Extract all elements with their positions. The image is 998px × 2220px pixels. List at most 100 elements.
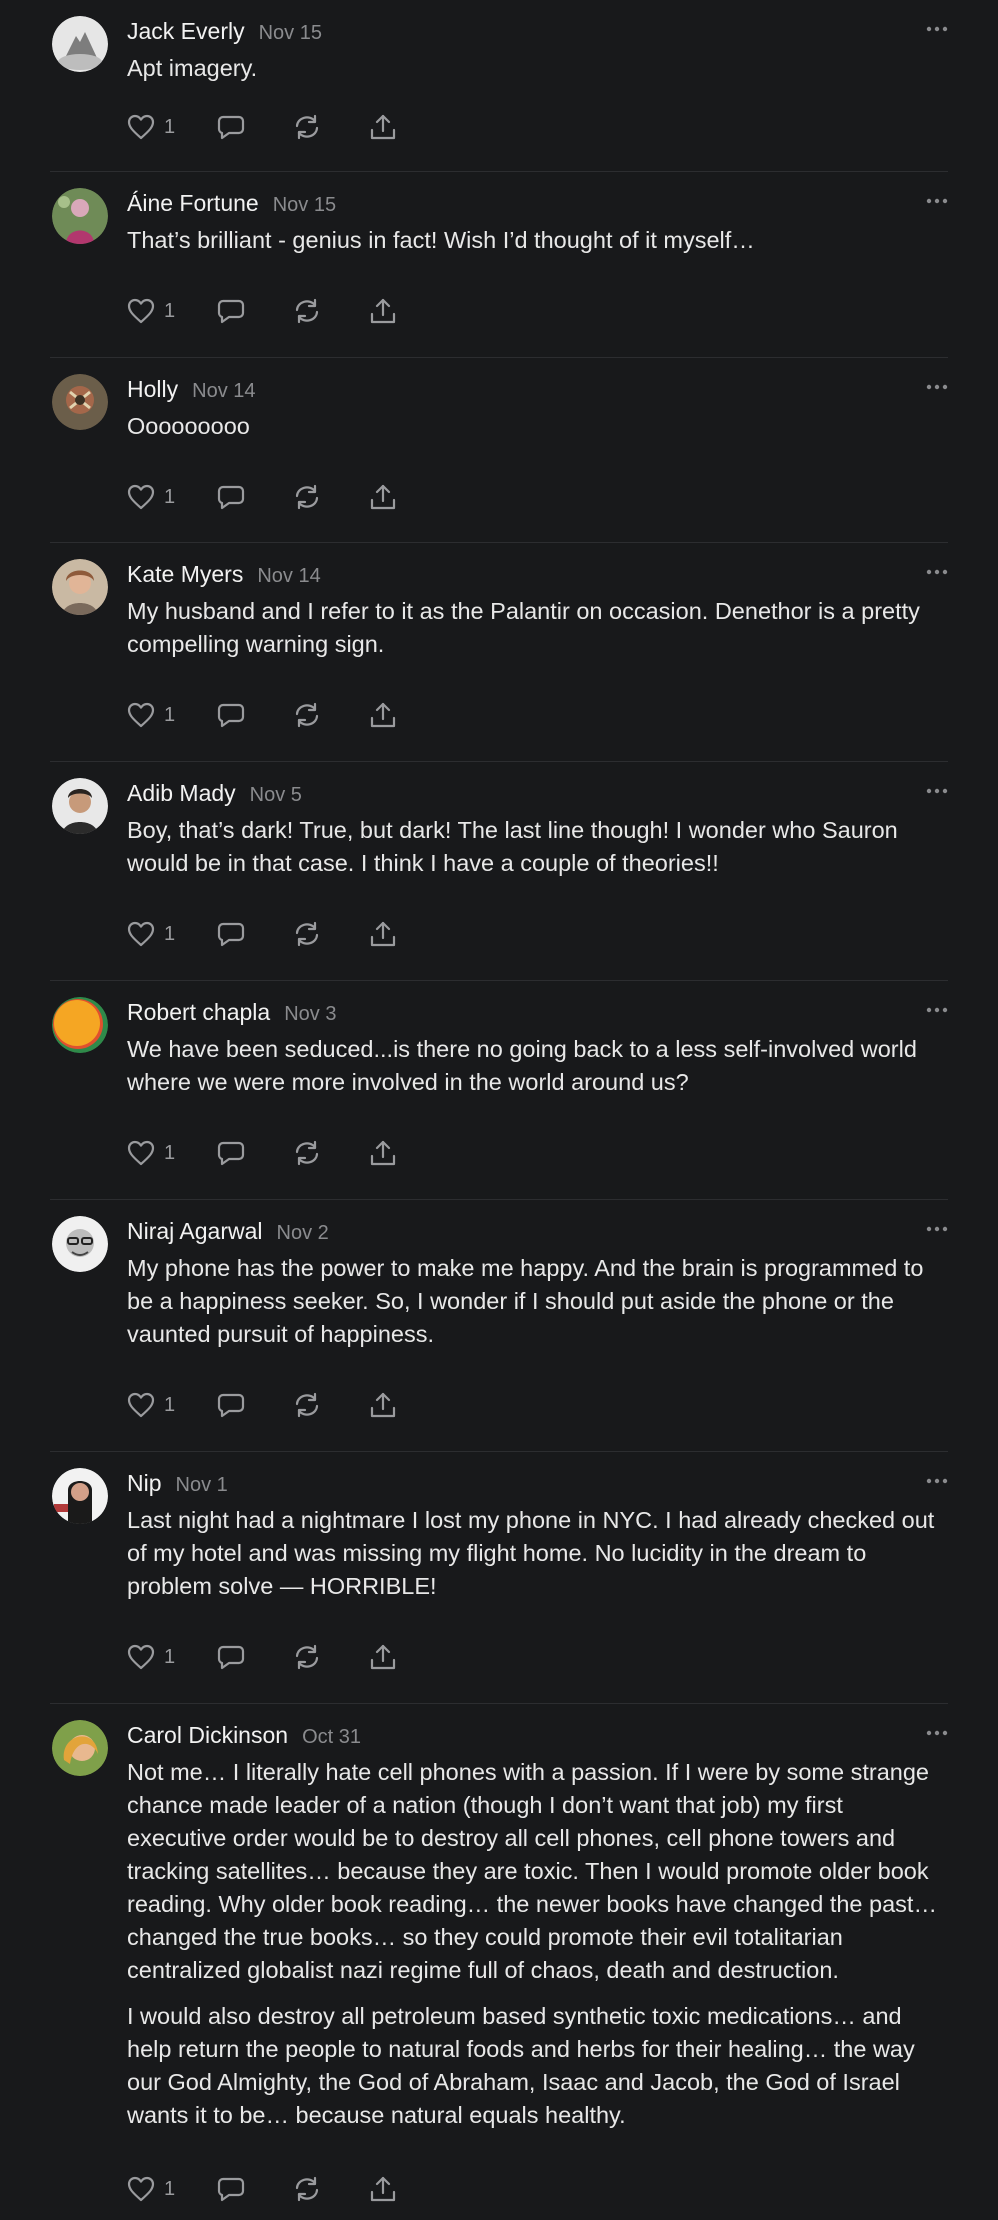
avatar[interactable] bbox=[52, 374, 108, 430]
comment-date[interactable]: Nov 2 bbox=[277, 1222, 329, 1245]
restack-button[interactable] bbox=[293, 702, 369, 728]
like-button[interactable]: 1 bbox=[127, 1392, 217, 1418]
author-name[interactable]: Holly bbox=[127, 376, 178, 403]
share-button[interactable] bbox=[369, 113, 397, 141]
comment-date[interactable]: Nov 14 bbox=[192, 380, 255, 403]
restack-button[interactable] bbox=[293, 484, 369, 510]
comment-text: Last night had a nightmare I lost my pho… bbox=[127, 1507, 935, 1599]
like-count: 1 bbox=[164, 1393, 176, 1416]
more-horizontal-icon[interactable] bbox=[926, 1476, 948, 1486]
comment-bubble-icon bbox=[217, 1645, 245, 1670]
share-button[interactable] bbox=[369, 2175, 397, 2203]
more-horizontal-icon[interactable] bbox=[926, 382, 948, 392]
more-horizontal-icon[interactable] bbox=[926, 567, 948, 577]
like-button[interactable]: 1 bbox=[127, 114, 217, 140]
reply-button[interactable] bbox=[217, 1644, 293, 1670]
avatar[interactable] bbox=[52, 1720, 108, 1776]
comment-item: Nip Nov 1 Last night had a nightmare I l… bbox=[50, 1452, 948, 1704]
reply-button[interactable] bbox=[217, 1392, 293, 1418]
like-button[interactable]: 1 bbox=[127, 1140, 217, 1166]
reply-button[interactable] bbox=[217, 298, 293, 324]
restack-button[interactable] bbox=[293, 921, 369, 947]
avatar[interactable] bbox=[52, 1216, 108, 1272]
author-name[interactable]: Áine Fortune bbox=[127, 190, 259, 217]
restack-button[interactable] bbox=[293, 1392, 369, 1418]
comment-date[interactable]: Nov 14 bbox=[257, 565, 320, 588]
comment-text: My phone has the power to make me happy.… bbox=[127, 1255, 924, 1347]
more-horizontal-icon[interactable] bbox=[926, 786, 948, 796]
more-horizontal-icon[interactable] bbox=[926, 1224, 948, 1234]
avatar[interactable] bbox=[52, 778, 108, 834]
restack-icon bbox=[295, 1644, 319, 1670]
heart-icon bbox=[127, 2176, 155, 2202]
reply-button[interactable] bbox=[217, 114, 293, 140]
avatar[interactable] bbox=[52, 1468, 108, 1524]
comment-item: Adib Mady Nov 5 Boy, that’s dark! True, … bbox=[50, 762, 948, 981]
restack-button[interactable] bbox=[293, 114, 369, 140]
like-button[interactable]: 1 bbox=[127, 702, 217, 728]
share-button[interactable] bbox=[369, 483, 397, 511]
comment-bubble-icon bbox=[217, 115, 245, 140]
heart-icon bbox=[127, 298, 155, 324]
comment-date[interactable]: Nov 15 bbox=[259, 22, 322, 45]
author-name[interactable]: Jack Everly bbox=[127, 18, 245, 45]
comment-item: Holly Nov 14 Ooooooooo 1 bbox=[50, 358, 948, 543]
comment-text: Ooooooooo bbox=[127, 413, 250, 439]
comment-date[interactable]: Nov 15 bbox=[273, 194, 336, 217]
comment-item: Carol Dickinson Oct 31 Not me… I literal… bbox=[50, 1704, 948, 2220]
more-horizontal-icon[interactable] bbox=[926, 1728, 948, 1738]
restack-button[interactable] bbox=[293, 1140, 369, 1166]
avatar[interactable] bbox=[52, 559, 108, 615]
reply-button[interactable] bbox=[217, 484, 293, 510]
reply-button[interactable] bbox=[217, 2176, 293, 2202]
share-icon bbox=[370, 1140, 396, 1166]
heart-icon bbox=[127, 1392, 155, 1418]
reply-button[interactable] bbox=[217, 702, 293, 728]
heart-icon bbox=[127, 702, 155, 728]
comment-body: Ooooooooo bbox=[127, 410, 948, 443]
share-icon bbox=[370, 114, 396, 140]
comment-bubble-icon bbox=[217, 299, 245, 324]
comment-actions: 1 bbox=[127, 480, 397, 514]
comment-date[interactable]: Nov 5 bbox=[250, 784, 302, 807]
author-name[interactable]: Robert chapla bbox=[127, 999, 270, 1026]
like-button[interactable]: 1 bbox=[127, 921, 217, 947]
restack-button[interactable] bbox=[293, 2176, 369, 2202]
share-button[interactable] bbox=[369, 297, 397, 325]
like-button[interactable]: 1 bbox=[127, 298, 217, 324]
restack-button[interactable] bbox=[293, 1644, 369, 1670]
comment-body: That’s brilliant - genius in fact! Wish … bbox=[127, 224, 948, 257]
share-button[interactable] bbox=[369, 1643, 397, 1671]
share-icon bbox=[370, 1644, 396, 1670]
more-horizontal-icon[interactable] bbox=[926, 1005, 948, 1015]
avatar[interactable] bbox=[52, 16, 108, 72]
author-name[interactable]: Adib Mady bbox=[127, 780, 236, 807]
restack-icon bbox=[295, 921, 319, 947]
like-button[interactable]: 1 bbox=[127, 1644, 217, 1670]
author-name[interactable]: Kate Myers bbox=[127, 561, 243, 588]
restack-button[interactable] bbox=[293, 298, 369, 324]
author-name[interactable]: Carol Dickinson bbox=[127, 1722, 288, 1749]
heart-icon bbox=[127, 921, 155, 947]
reply-button[interactable] bbox=[217, 921, 293, 947]
share-button[interactable] bbox=[369, 920, 397, 948]
avatar[interactable] bbox=[52, 997, 108, 1053]
avatar[interactable] bbox=[52, 188, 108, 244]
like-button[interactable]: 1 bbox=[127, 2176, 217, 2202]
comment-date[interactable]: Nov 1 bbox=[176, 1474, 228, 1497]
more-horizontal-icon[interactable] bbox=[926, 196, 948, 206]
share-button[interactable] bbox=[369, 701, 397, 729]
restack-icon bbox=[295, 1392, 319, 1418]
more-horizontal-icon[interactable] bbox=[926, 24, 948, 34]
comment-date[interactable]: Oct 31 bbox=[302, 1726, 361, 1749]
reply-button[interactable] bbox=[217, 1140, 293, 1166]
like-button[interactable]: 1 bbox=[127, 484, 217, 510]
author-name[interactable]: Nip bbox=[127, 1470, 162, 1497]
share-button[interactable] bbox=[369, 1391, 397, 1419]
share-button[interactable] bbox=[369, 1139, 397, 1167]
comment-body: Last night had a nightmare I lost my pho… bbox=[127, 1504, 948, 1603]
comment-text: Boy, that’s dark! True, but dark! The la… bbox=[127, 817, 898, 876]
comment-text: I would also destroy all petroleum based… bbox=[127, 2003, 915, 2128]
comment-date[interactable]: Nov 3 bbox=[284, 1003, 336, 1026]
author-name[interactable]: Niraj Agarwal bbox=[127, 1218, 263, 1245]
